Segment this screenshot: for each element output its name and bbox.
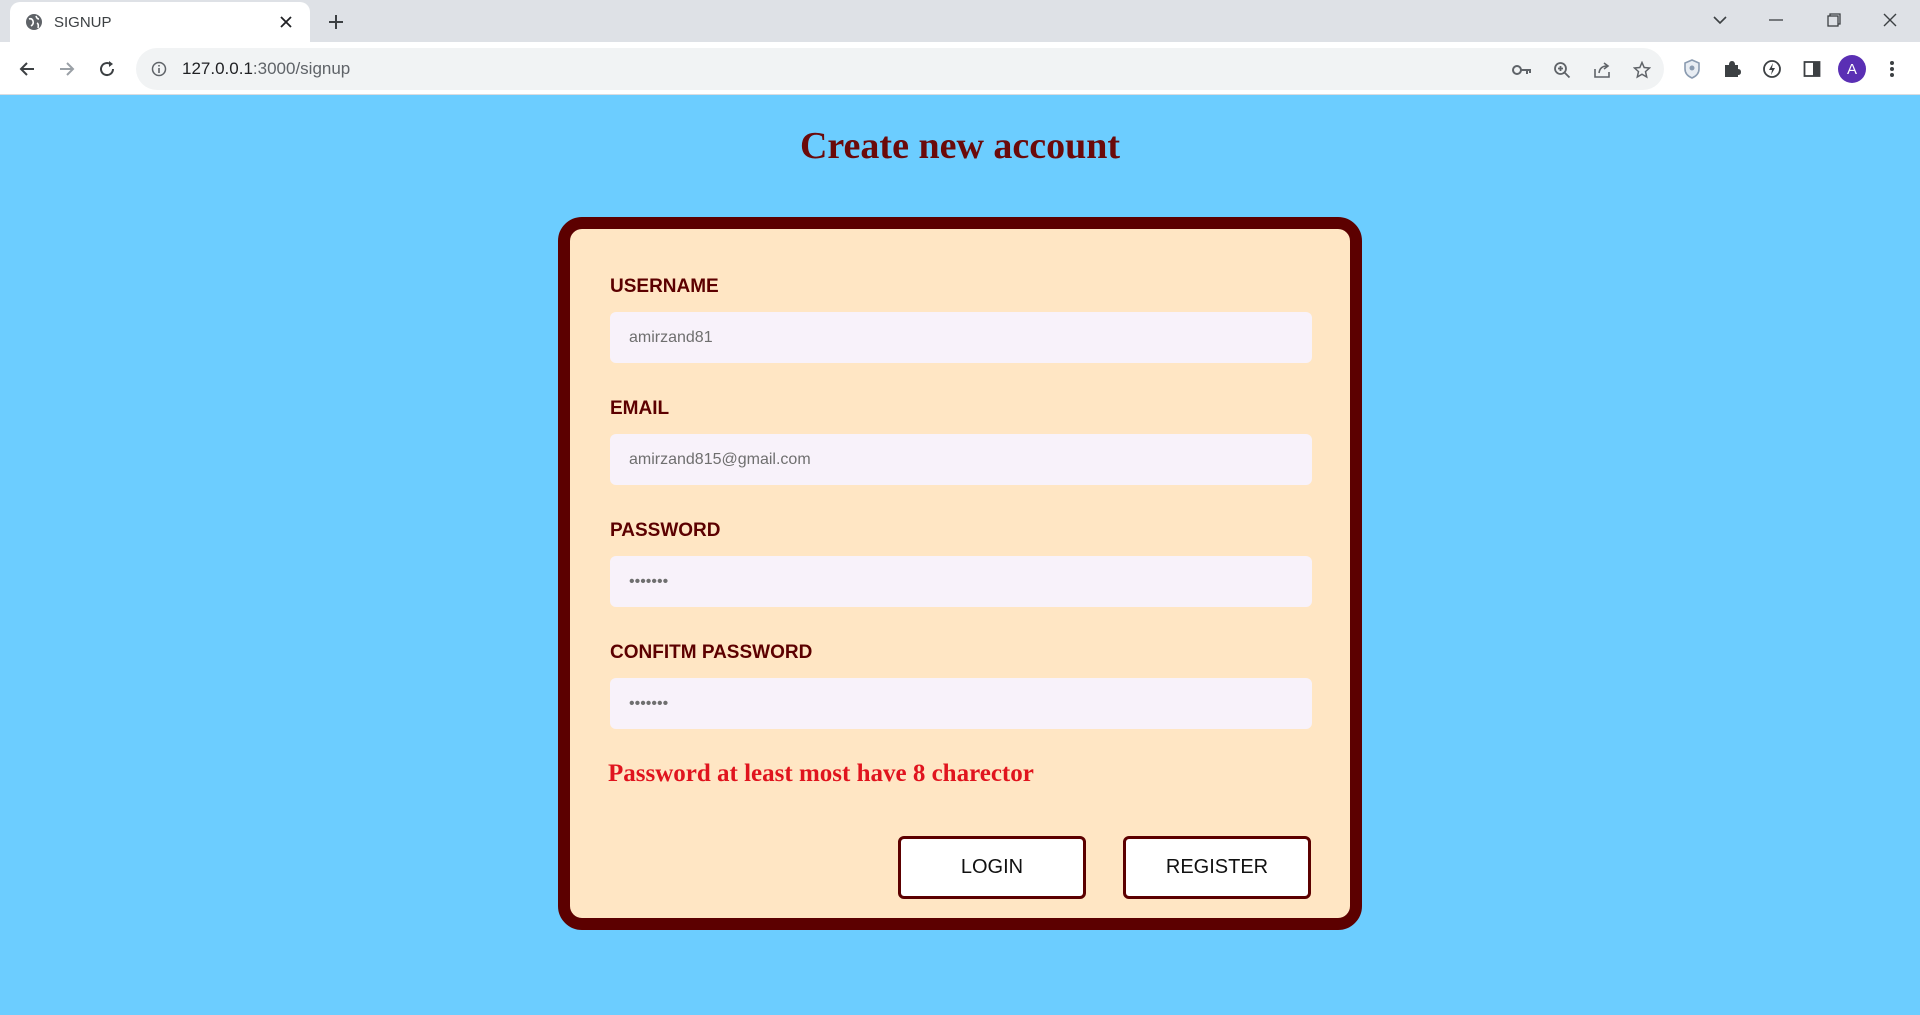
page-title: Create new account bbox=[799, 125, 1121, 167]
confirm-password-label: CONFITM PASSWORD bbox=[610, 642, 813, 663]
new-tab-button[interactable] bbox=[322, 8, 350, 36]
site-info-icon[interactable] bbox=[148, 58, 170, 80]
performance-icon[interactable] bbox=[1760, 57, 1784, 81]
zoom-icon[interactable] bbox=[1550, 58, 1574, 82]
password-error-message: Password at least most have 8 charector bbox=[608, 760, 1034, 787]
tab-bar: SIGNUP bbox=[0, 0, 1920, 42]
browser-tab[interactable]: SIGNUP bbox=[10, 2, 310, 42]
username-input[interactable] bbox=[610, 312, 1312, 363]
password-input[interactable] bbox=[610, 556, 1312, 607]
password-label: PASSWORD bbox=[610, 520, 721, 541]
email-label: EMAIL bbox=[610, 398, 670, 419]
confirm-password-input[interactable] bbox=[610, 678, 1312, 729]
share-icon[interactable] bbox=[1590, 58, 1614, 82]
restore-icon[interactable] bbox=[1806, 0, 1862, 40]
register-button[interactable]: REGISTER bbox=[1123, 836, 1311, 899]
bookmark-star-icon[interactable] bbox=[1630, 58, 1654, 82]
back-icon[interactable] bbox=[10, 52, 44, 86]
minimize-icon[interactable] bbox=[1748, 0, 1804, 40]
globe-icon bbox=[24, 12, 44, 32]
signup-form: USERNAME EMAIL PASSWORD CONFITM PASSWORD… bbox=[558, 217, 1362, 930]
reload-icon[interactable] bbox=[90, 52, 124, 86]
key-icon[interactable] bbox=[1510, 58, 1534, 82]
menu-kebab-icon[interactable] bbox=[1880, 57, 1904, 81]
username-label: USERNAME bbox=[610, 276, 719, 297]
profile-avatar[interactable]: A bbox=[1838, 55, 1866, 83]
close-tab-icon[interactable] bbox=[276, 12, 296, 32]
browser-toolbar: 127.0.0.1:3000/signup A bbox=[0, 42, 1920, 95]
url-path: :3000/signup bbox=[252, 59, 351, 78]
address-bar[interactable]: 127.0.0.1:3000/signup bbox=[136, 48, 1664, 90]
email-input[interactable] bbox=[610, 434, 1312, 485]
shield-extension-icon[interactable] bbox=[1680, 57, 1704, 81]
side-panel-icon[interactable] bbox=[1800, 57, 1824, 81]
tab-search-icon[interactable] bbox=[1692, 0, 1748, 40]
tab-title: SIGNUP bbox=[54, 13, 112, 31]
extensions-puzzle-icon[interactable] bbox=[1720, 57, 1744, 81]
close-window-icon[interactable] bbox=[1862, 0, 1918, 40]
forward-icon[interactable] bbox=[50, 52, 84, 86]
url-host: 127.0.0.1 bbox=[182, 59, 253, 78]
login-button[interactable]: LOGIN bbox=[898, 836, 1086, 899]
